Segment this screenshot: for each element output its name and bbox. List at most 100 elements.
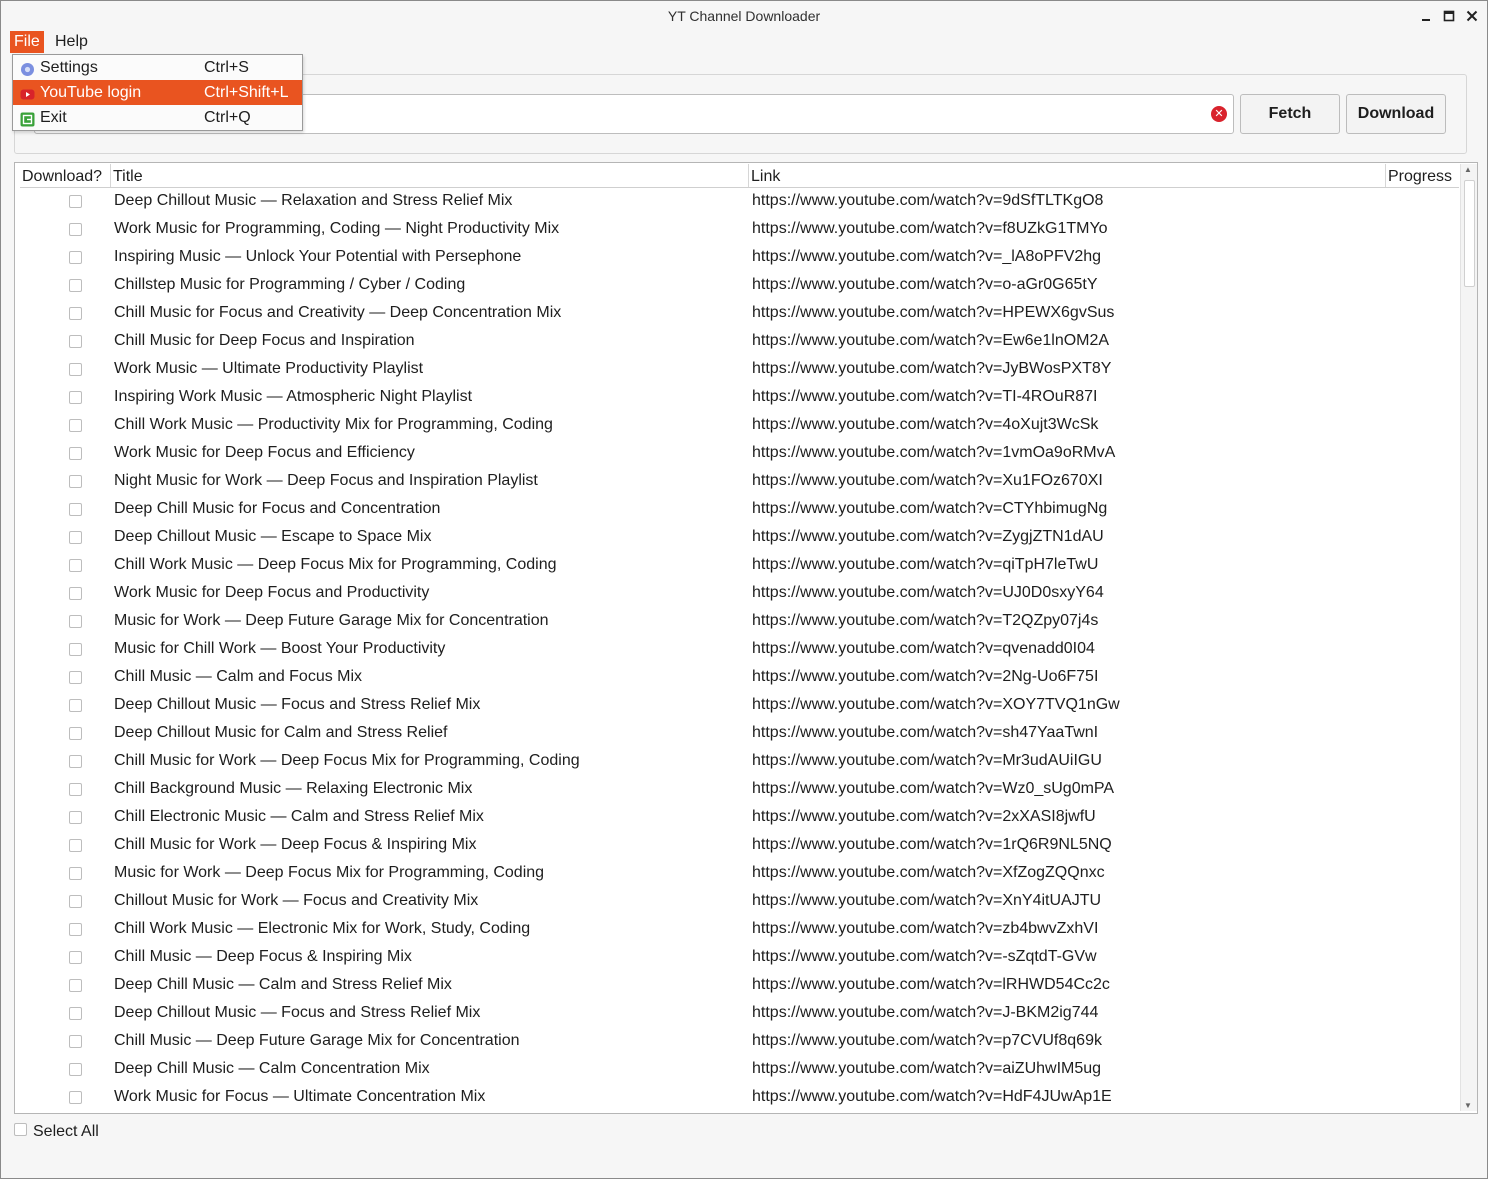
table-row[interactable]: Chill Music for Deep Focus and Inspirati… (15, 327, 1459, 355)
table-row[interactable]: Chill Electronic Music — Calm and Stress… (15, 803, 1459, 831)
download-checkbox[interactable] (69, 643, 82, 656)
download-checkbox[interactable] (69, 223, 82, 236)
download-checkbox[interactable] (69, 1063, 82, 1076)
download-button[interactable]: Download (1346, 94, 1446, 134)
table-row[interactable]: Chillout Music for Work — Focus and Crea… (15, 887, 1459, 915)
download-checkbox[interactable] (69, 531, 82, 544)
video-title: Chill Background Music — Relaxing Electr… (114, 780, 473, 797)
close-icon[interactable] (1463, 7, 1481, 25)
file-menu-dropdown: Settings Ctrl+S YouTube login Ctrl+Shift+L E… (12, 54, 303, 131)
table-row[interactable]: Deep Chillout Music — Escape to Space Mi… (15, 523, 1459, 551)
column-header-progress[interactable]: Progress (1386, 164, 1459, 187)
table-row[interactable]: Chill Music — Deep Focus & Inspiring Mix… (15, 943, 1459, 971)
video-link: https://www.youtube.com/watch?v=1vmOa9oR… (752, 444, 1116, 461)
table-row[interactable]: Work Music — Ultimate Productivity Playl… (15, 355, 1459, 383)
download-checkbox[interactable] (69, 587, 82, 600)
video-link: https://www.youtube.com/watch?v=HdF4JUwA… (752, 1088, 1112, 1105)
download-checkbox[interactable] (69, 559, 82, 572)
table-row[interactable]: Deep Chillout Music — Relaxation and Str… (15, 187, 1459, 215)
fetch-button[interactable]: Fetch (1240, 94, 1340, 134)
table-row[interactable]: Work Music for Deep Focus and Efficiency… (15, 439, 1459, 467)
download-checkbox[interactable] (69, 727, 82, 740)
download-checkbox[interactable] (69, 1007, 82, 1020)
video-title: Chillstep Music for Programming / Cyber … (114, 276, 466, 293)
download-checkbox[interactable] (69, 503, 82, 516)
select-all-box[interactable] (14, 1123, 27, 1137)
download-checkbox[interactable] (69, 979, 82, 992)
select-all-checkbox[interactable]: Select All (14, 1122, 99, 1142)
download-checkbox[interactable] (69, 895, 82, 908)
video-link: https://www.youtube.com/watch?v=Ew6e1lnO… (752, 332, 1110, 349)
table-row[interactable]: Deep Chillout Music — Focus and Stress R… (15, 999, 1459, 1027)
table-row[interactable]: Deep Chillout Music for Calm and Stress … (15, 719, 1459, 747)
menu-item-shortcut: Ctrl+Shift+L (204, 84, 289, 101)
table-row[interactable]: Deep Chillout Music — Focus and Stress R… (15, 691, 1459, 719)
download-checkbox[interactable] (69, 1091, 82, 1104)
table-row[interactable]: Music for Work — Deep Focus Mix for Prog… (15, 859, 1459, 887)
minimize-icon[interactable] (1417, 7, 1435, 25)
scroll-thumb[interactable] (1464, 180, 1475, 287)
table-row[interactable]: Inspiring Music — Unlock Your Potential … (15, 243, 1459, 271)
table-row[interactable]: Chillstep Music for Programming / Cyber … (15, 271, 1459, 299)
video-title: Deep Chillout Music — Focus and Stress R… (114, 1004, 481, 1021)
table-row[interactable]: Night Music for Work — Deep Focus and In… (15, 467, 1459, 495)
column-header-title[interactable]: Title (111, 164, 749, 187)
table-row[interactable]: Chill Music for Focus and Creativity — D… (15, 299, 1459, 327)
download-checkbox[interactable] (69, 447, 82, 460)
table-row[interactable]: Work Music for Deep Focus and Productivi… (15, 579, 1459, 607)
column-header-link[interactable]: Link (749, 164, 1386, 187)
download-checkbox[interactable] (69, 419, 82, 432)
download-checkbox[interactable] (69, 811, 82, 824)
download-checkbox[interactable] (69, 699, 82, 712)
clear-input-icon[interactable]: ✕ (1211, 106, 1227, 122)
menu-item-settings[interactable]: Settings Ctrl+S (13, 55, 302, 80)
table-row[interactable]: Chill Music for Work — Deep Focus & Insp… (15, 831, 1459, 859)
download-checkbox[interactable] (69, 615, 82, 628)
table-row[interactable]: Chill Background Music — Relaxing Electr… (15, 775, 1459, 803)
menu-file[interactable]: File (10, 31, 44, 53)
download-checkbox[interactable] (69, 475, 82, 488)
table-row[interactable]: Chill Music — Calm and Focus Mix https://… (15, 663, 1459, 691)
menu-item-exit[interactable]: Exit Ctrl+Q (13, 105, 302, 130)
download-checkbox[interactable] (69, 783, 82, 796)
download-checkbox[interactable] (69, 951, 82, 964)
scroll-down-icon[interactable]: ▼ (1464, 1101, 1472, 1110)
table-row[interactable]: Music for Chill Work — Boost Your Produc… (15, 635, 1459, 663)
download-checkbox[interactable] (69, 671, 82, 684)
download-checkbox[interactable] (69, 755, 82, 768)
download-checkbox[interactable] (69, 391, 82, 404)
download-checkbox[interactable] (69, 307, 82, 320)
download-checkbox[interactable] (69, 251, 82, 264)
column-header-download[interactable]: Download? (20, 164, 111, 187)
title-bar: YT Channel Downloader (1, 1, 1487, 31)
table-row[interactable]: Chill Work Music — Deep Focus Mix for Pr… (15, 551, 1459, 579)
menu-help[interactable]: Help (51, 31, 92, 53)
table-row[interactable]: Chill Work Music — Productivity Mix for … (15, 411, 1459, 439)
video-link: https://www.youtube.com/watch?v=zb4bwvZx… (752, 920, 1099, 937)
video-title: Chill Music for Work — Deep Focus Mix fo… (114, 752, 580, 769)
table-row[interactable]: Work Music for Programming, Coding — Nig… (15, 215, 1459, 243)
download-checkbox[interactable] (69, 363, 82, 376)
menu-item-youtube-login[interactable]: YouTube login Ctrl+Shift+L (13, 80, 302, 105)
table-row[interactable]: Inspiring Work Music — Atmospheric Night… (15, 383, 1459, 411)
table-row[interactable]: Work Music for Focus — Ultimate Concentr… (15, 1083, 1459, 1111)
table-row[interactable]: Chill Work Music — Electronic Mix for Wo… (15, 915, 1459, 943)
vertical-scrollbar[interactable]: ▲ ▼ (1460, 164, 1477, 1111)
table-row[interactable]: Deep Chill Music for Focus and Concentra… (15, 495, 1459, 523)
scroll-up-icon[interactable]: ▲ (1464, 165, 1472, 174)
maximize-icon[interactable] (1440, 7, 1458, 25)
download-checkbox[interactable] (69, 867, 82, 880)
download-checkbox[interactable] (69, 335, 82, 348)
table-row[interactable]: Chill Music — Deep Future Garage Mix for… (15, 1027, 1459, 1055)
download-checkbox[interactable] (69, 1035, 82, 1048)
download-checkbox[interactable] (69, 839, 82, 852)
video-title: Chill Music for Work — Deep Focus & Insp… (114, 836, 477, 853)
table-row[interactable]: Music for Work — Deep Future Garage Mix … (15, 607, 1459, 635)
table-row[interactable]: Chill Music for Work — Deep Focus Mix fo… (15, 747, 1459, 775)
download-checkbox[interactable] (69, 195, 82, 208)
download-checkbox[interactable] (69, 279, 82, 292)
download-checkbox[interactable] (69, 923, 82, 936)
table-row[interactable]: Deep Chill Music — Calm Concentration Mi… (15, 1055, 1459, 1083)
table-row[interactable]: Deep Chill Music — Calm and Stress Relie… (15, 971, 1459, 999)
video-link: https://www.youtube.com/watch?v=T2QZpy07… (752, 612, 1099, 629)
